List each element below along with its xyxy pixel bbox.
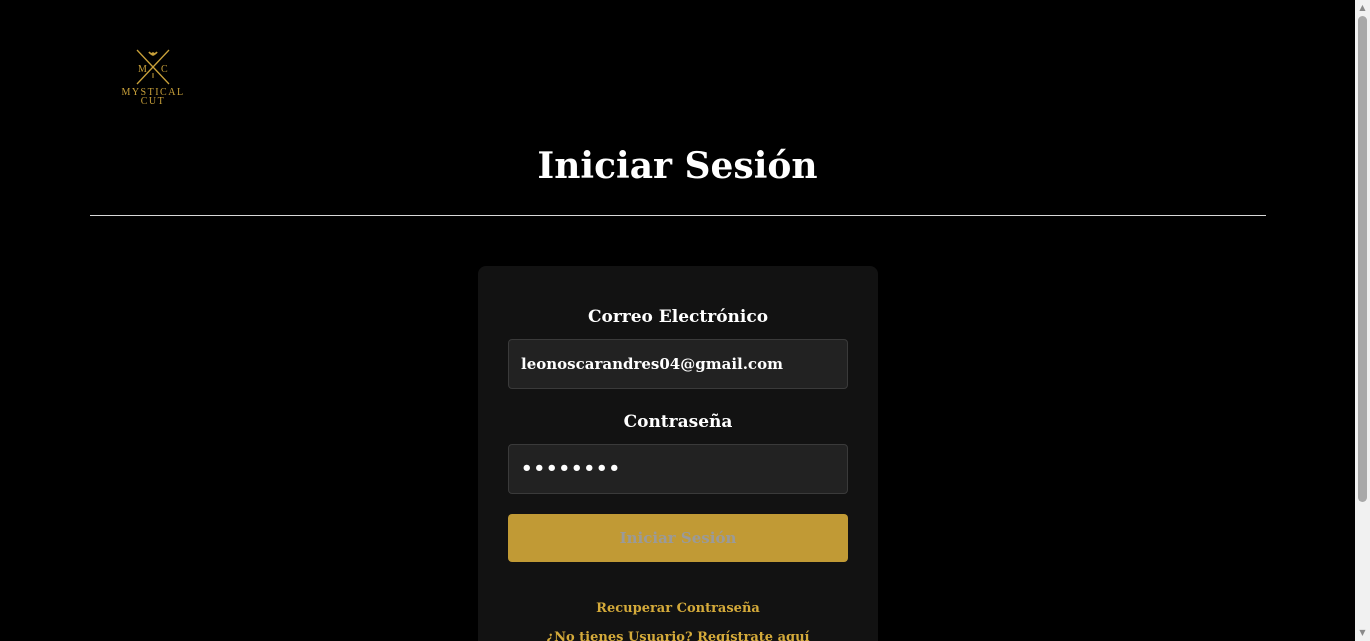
recover-password-link[interactable]: Recuperar Contraseña (478, 600, 878, 618)
title-divider (90, 215, 1266, 216)
login-submit-button[interactable]: Iniciar Sesión (508, 514, 848, 562)
logo-text-line2: CUT (140, 96, 166, 107)
scroll-thumb[interactable] (1358, 16, 1367, 502)
email-label: Correo Electrónico (587, 307, 769, 327)
login-card: Correo Electrónico leonoscarandres04@gma… (478, 266, 878, 641)
login-page: M C MYSTICAL CUT Iniciar Sesión Correo E… (0, 0, 1355, 641)
svg-text:M: M (138, 64, 147, 75)
register-link[interactable]: ¿No tienes Usuario? Regístrate aquí (478, 629, 878, 641)
mystical-cut-logo[interactable]: M C MYSTICAL CUT (112, 48, 194, 114)
password-field[interactable]: •••••••• (508, 444, 848, 494)
logo-emblem-icon: M C (136, 49, 170, 85)
scroll-up-icon[interactable]: ▲ (1355, 1, 1370, 15)
page-title: Iniciar Sesión (537, 145, 818, 187)
email-field[interactable]: leonoscarandres04@gmail.com (508, 339, 848, 389)
svg-text:C: C (161, 64, 168, 75)
scroll-down-icon[interactable]: ▼ (1355, 626, 1370, 640)
page-scrollbar[interactable]: ▲ ▼ (1355, 0, 1370, 641)
password-label: Contraseña (623, 412, 733, 432)
